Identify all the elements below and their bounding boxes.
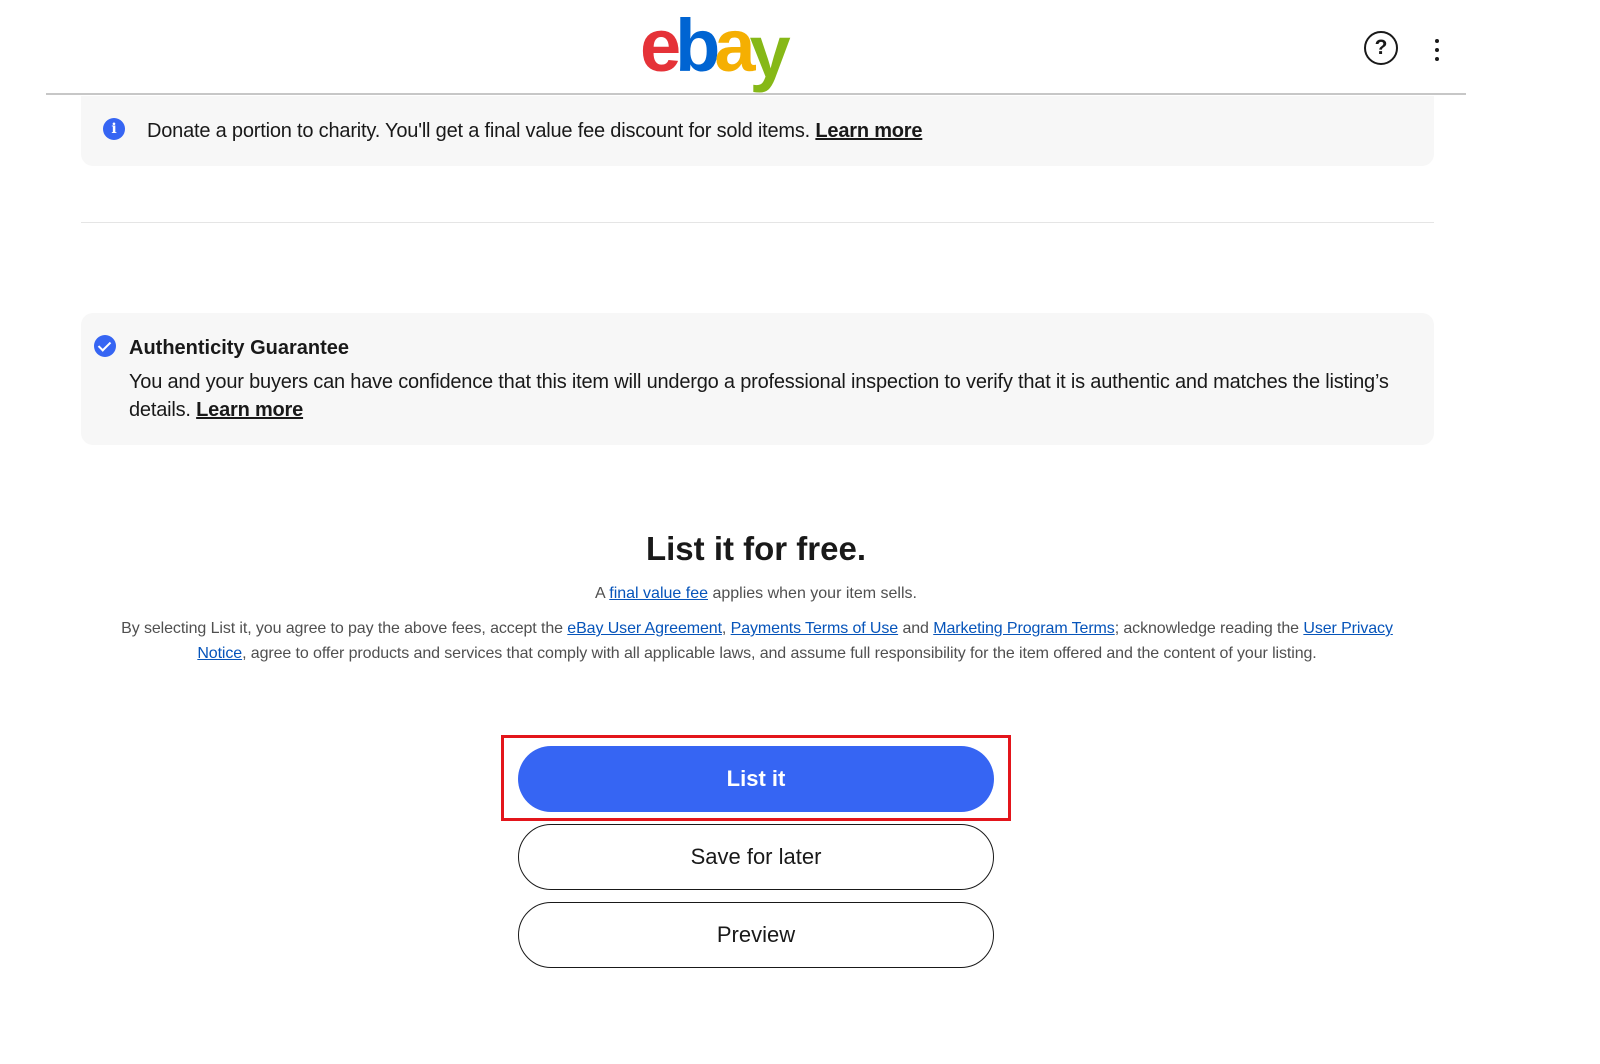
charity-banner: i Donate a portion to charity. You'll ge… — [81, 96, 1434, 166]
authenticity-guarantee-panel: Authenticity Guarantee You and your buye… — [81, 313, 1434, 445]
authenticity-title: Authenticity Guarantee — [129, 337, 350, 359]
ebay-logo[interactable]: ebay — [640, 6, 791, 92]
charity-text: Donate a portion to charity. You'll get … — [147, 120, 923, 142]
list-title: List it for free. — [645, 530, 867, 567]
user-agreement-link[interactable]: eBay User Agreement — [567, 620, 722, 637]
check-circle-icon — [94, 335, 116, 357]
authenticity-learn-more-link[interactable]: Learn more — [196, 399, 303, 421]
section-divider — [81, 222, 1434, 223]
help-icon[interactable]: ? — [1364, 31, 1398, 65]
authenticity-description: You and your buyers can have confidence … — [129, 371, 1389, 421]
save-for-later-button[interactable]: Save for later — [518, 824, 994, 890]
list-it-button[interactable]: List it — [518, 746, 994, 812]
page: ebay ? i Donate a portion to charity. Yo… — [0, 0, 1600, 1064]
header: ebay ? — [46, 0, 1466, 95]
more-vertical-icon[interactable] — [1426, 36, 1448, 64]
charity-learn-more-link[interactable]: Learn more — [815, 120, 922, 142]
payments-terms-link[interactable]: Payments Terms of Use — [731, 620, 899, 637]
legal-text: By selecting List it, you agree to pay t… — [121, 620, 1393, 662]
fee-notice: A final value fee applies when your item… — [595, 585, 917, 602]
preview-button[interactable]: Preview — [518, 902, 994, 968]
final-value-fee-link[interactable]: final value fee — [609, 585, 708, 602]
info-icon: i — [103, 118, 125, 140]
marketing-terms-link[interactable]: Marketing Program Terms — [933, 620, 1115, 637]
